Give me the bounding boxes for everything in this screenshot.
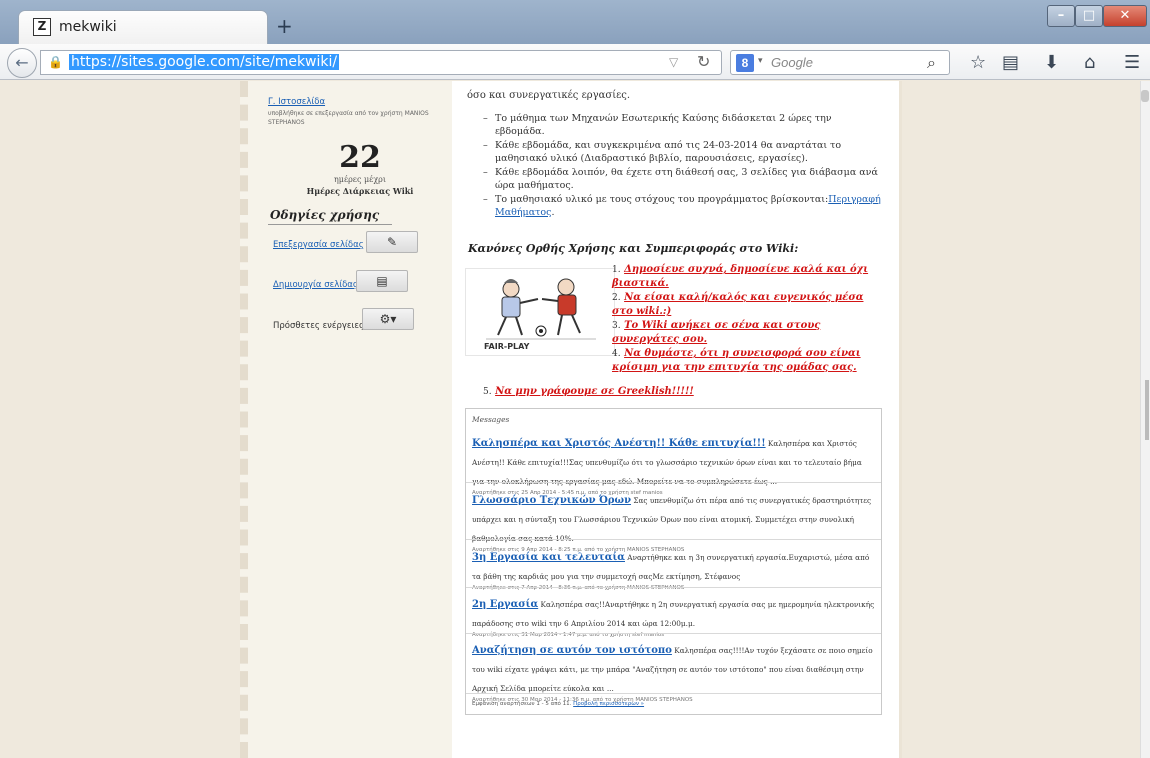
messages-gadget: Messages Καλησπέρα και Χριστός Ανέστη!! … <box>465 408 882 715</box>
gear-icon: ⚙▾ <box>379 312 397 326</box>
create-page-button[interactable]: ▤ <box>356 270 408 292</box>
list-item: Κάθε εβδομάδα λοιπόν, θα έχετε στη διάθε… <box>483 166 883 192</box>
announcement-post: 3η Εργασία και τελευταία Αναρτήθηκε και … <box>472 545 876 593</box>
minimize-button[interactable]: – <box>1047 5 1075 27</box>
messages-count-text: Εμφάνιση αναρτήσεων 1 - 5 από 11. <box>472 701 574 707</box>
reload-icon[interactable]: ↻ <box>697 52 710 71</box>
search-icon[interactable]: ⌕ <box>927 53 936 73</box>
rule-item: 1. Δημοσίευε συχνά, δημοσίευε καλά και ό… <box>612 263 880 291</box>
create-page-link[interactable]: Δημιουργία σελίδας <box>273 280 358 290</box>
rule-number: 1. <box>612 265 621 275</box>
countdown-subtitle: ημέρες μέχρι <box>333 175 387 184</box>
post-content: 2η Εργασία Καλησπέρα σας!!Αναρτήθηκε η 2… <box>472 599 874 628</box>
rules-heading: Κανόνες Ορθής Χρήσης και Συμπεριφοράς στ… <box>468 242 799 255</box>
reading-list-icon[interactable]: ▤ <box>1002 52 1019 73</box>
rules-list: 1. Δημοσίευε συχνά, δημοσίευε καλά και ό… <box>612 263 880 375</box>
list-item: Το μάθημα των Μηχανών Εσωτερικής Καύσης … <box>483 112 883 138</box>
post-content: 3η Εργασία και τελευταία Αναρτήθηκε και … <box>472 552 869 581</box>
rule-item: 5. Να μην γράφουμε σε Greeklish!!!!! <box>483 386 694 397</box>
download-icon[interactable]: ⬇ <box>1044 52 1059 73</box>
rule-number: 3. <box>612 321 621 331</box>
rule-number: 5. <box>483 387 492 397</box>
rule-text: Να είσαι καλή/καλός και ευγενικός μέσα σ… <box>612 292 864 317</box>
search-bar[interactable]: 8 ▾ Google ⌕ <box>730 50 950 75</box>
rule-text: Να μην γράφουμε σε Greeklish!!!!! <box>495 386 694 397</box>
rule-number: 4. <box>612 349 621 359</box>
more-actions-label: Πρόσθετες ενέργειες <box>273 321 364 331</box>
list-item-end: . <box>551 207 555 218</box>
countdown-number: 22 <box>339 140 381 175</box>
maximize-button[interactable]: □ <box>1075 5 1103 27</box>
rule-item: 3. Το Wiki ανήκει σε σένα και στους συνε… <box>612 319 880 347</box>
divider <box>466 693 881 694</box>
close-window-button[interactable]: ✕ <box>1103 5 1147 27</box>
chevron-down-icon[interactable]: ▾ <box>758 56 763 66</box>
divider <box>466 482 881 483</box>
intro-text-tail: όσο και συνεργατικές εργασίες. <box>467 90 631 101</box>
search-engine-icon[interactable]: 8 <box>736 54 754 72</box>
edit-page-link[interactable]: Επεξεργασία σελίδας <box>273 240 364 250</box>
back-button[interactable]: ← <box>7 48 37 78</box>
rule-item: 4. Να θυμάστε, ότι η συνεισφορά σου είνα… <box>612 347 880 375</box>
address-bar[interactable]: 🔒 https://sites.google.com/site/mekwiki/… <box>40 50 722 75</box>
post-content: Αναζήτηση σε αυτόν τον ιστότοπο Καλησπέρ… <box>472 645 873 693</box>
pencil-icon: ✎ <box>386 235 398 249</box>
bookmark-star-icon[interactable]: ☆ <box>970 52 986 73</box>
browser-tab[interactable]: Z mekwiki <box>18 10 268 44</box>
scrollbar-thumb-lower[interactable] <box>1145 380 1149 440</box>
messages-heading: Messages <box>472 415 510 424</box>
divider <box>466 539 881 540</box>
announcement-post: Αναζήτηση σε αυτόν τον ιστότοπο Καλησπέρ… <box>472 638 876 705</box>
tab-title: mekwiki <box>59 19 117 35</box>
new-page-icon: ▤ <box>376 274 388 288</box>
course-info-list: Το μάθημα των Μηχανών Εσωτερικής Καύσης … <box>483 112 883 220</box>
rule-number: 2. <box>612 293 621 303</box>
recent-edit-note: υποβλήθηκε σε επεξεργασία από τον χρήστη… <box>268 110 429 126</box>
recent-page-link[interactable]: Γ. Ιστοσελίδα <box>268 97 325 107</box>
divider <box>466 587 881 588</box>
rule-text: Το Wiki ανήκει σε σένα και στους συνεργά… <box>612 320 821 345</box>
lock-icon: 🔒 <box>48 55 63 69</box>
rule-item: 2. Να είσαι καλή/καλός και ευγενικός μέσ… <box>612 291 880 319</box>
rule-text: Να θυμάστε, ότι η συνεισφορά σου είναι κ… <box>612 348 861 373</box>
divider <box>268 224 392 225</box>
history-dropdown-icon[interactable]: ▽ <box>669 55 678 69</box>
title-bar: Z mekwiki + – □ ✕ <box>0 0 1150 44</box>
guide-heading: Οδηγίες χρήσης <box>270 208 380 222</box>
post-content: Γλωσσάριο Τεχνικών Όρων Σας υπενθυμίζω ό… <box>472 495 871 543</box>
list-item: Το μαθησιακό υλικό με τους στόχους του π… <box>483 193 883 219</box>
menu-icon[interactable]: ☰ <box>1124 52 1140 73</box>
post-title-link[interactable]: Γλωσσάριο Τεχνικών Όρων <box>472 495 631 506</box>
url-text[interactable]: https://sites.google.com/site/mekwiki/ <box>69 54 340 70</box>
home-icon[interactable]: ⌂ <box>1084 52 1095 73</box>
post-title-link[interactable]: Καλησπέρα και Χριστός Ανέστη!! Κάθε επιτ… <box>472 438 766 449</box>
list-item-text: Το μαθησιακό υλικό με τους στόχους του π… <box>495 194 829 205</box>
search-input[interactable]: Google <box>771 55 813 70</box>
new-tab-button[interactable]: + <box>276 14 293 38</box>
divider <box>466 633 881 634</box>
site-favicon-icon: Z <box>33 18 51 36</box>
post-title-link[interactable]: 3η Εργασία και τελευταία <box>472 552 625 563</box>
view-more-link[interactable]: Προβολή περισσότερων » <box>573 701 644 707</box>
navigation-toolbar: ← 🔒 https://sites.google.com/site/mekwik… <box>0 44 1150 80</box>
post-title-link[interactable]: 2η Εργασία <box>472 599 538 610</box>
list-item: Κάθε εβδομάδα, και συγκεκριμένα από τις … <box>483 139 883 165</box>
edit-page-button[interactable]: ✎ <box>366 231 418 253</box>
post-content: Καλησπέρα και Χριστός Ανέστη!! Κάθε επιτ… <box>472 438 862 486</box>
fair-play-caption: FAIR-PLAY <box>484 342 530 351</box>
scrollbar-thumb[interactable] <box>1141 90 1149 102</box>
rule-text: Δημοσίευε συχνά, δημοσίευε καλά και όχι … <box>612 264 869 289</box>
messages-footer: Εμφάνιση αναρτήσεων 1 - 5 από 11. Προβολ… <box>472 701 644 707</box>
countdown-label: Ημέρες Διάρκειας Wiki <box>306 186 414 196</box>
fair-play-image: FAIR-PLAY <box>465 268 615 356</box>
more-actions-button[interactable]: ⚙▾ <box>362 308 414 330</box>
post-title-link[interactable]: Αναζήτηση σε αυτόν τον ιστότοπο <box>472 645 672 656</box>
